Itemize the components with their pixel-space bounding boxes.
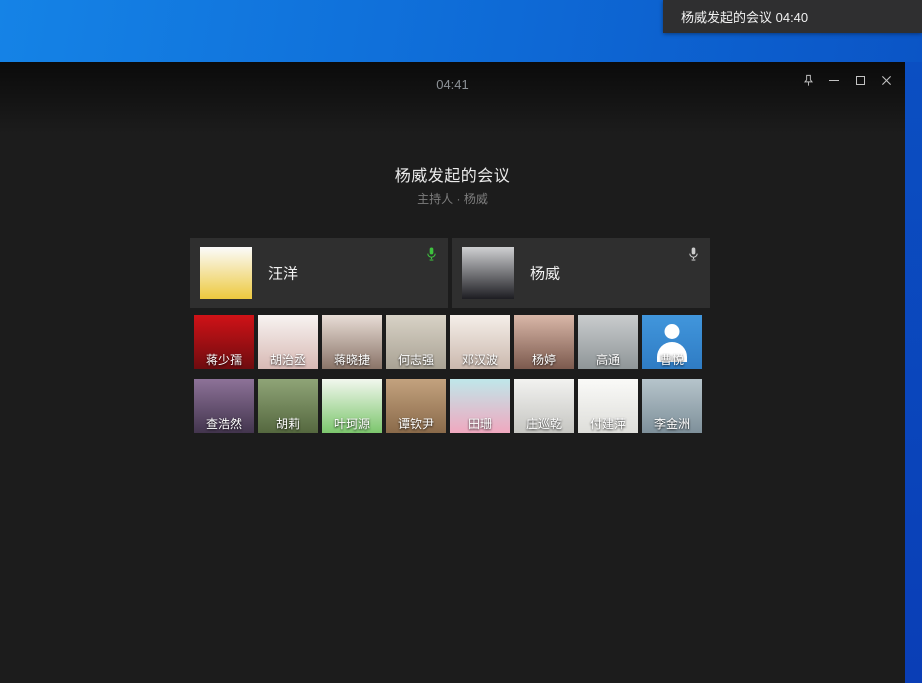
participant-name: 胡莉: [258, 415, 318, 432]
participant-stage: 汪洋 杨威 蒋少孺: [190, 238, 710, 433]
participant-tile[interactable]: 杨婷: [514, 315, 574, 369]
participant-name: 曹悦: [642, 351, 702, 368]
avatar: [462, 247, 514, 299]
participant-tile[interactable]: 邓汉波: [450, 315, 510, 369]
pin-icon[interactable]: [797, 70, 819, 90]
participant-name: 叶珂源: [322, 415, 382, 432]
meeting-host-label: 主持人 · 杨威: [0, 190, 905, 207]
featured-participant-tile[interactable]: 杨威: [452, 238, 710, 308]
participant-tile[interactable]: 胡莉: [258, 379, 318, 433]
featured-participants-row: 汪洋 杨威: [190, 238, 710, 308]
participant-name: 蒋晓捷: [322, 351, 382, 368]
participant-tile[interactable]: 曹悦: [642, 315, 702, 369]
participant-name: 胡治丞: [258, 351, 318, 368]
participant-tile[interactable]: 蒋少孺: [194, 315, 254, 369]
participant-tile[interactable]: 田珊: [450, 379, 510, 433]
participant-tile[interactable]: 蒋晓捷: [322, 315, 382, 369]
close-icon[interactable]: [875, 70, 897, 90]
participant-name: 何志强: [386, 351, 446, 368]
participant-name: 付建萍: [578, 415, 638, 432]
participant-tile[interactable]: 何志强: [386, 315, 446, 369]
participant-name: 邓汉波: [450, 351, 510, 368]
participant-name: 蒋少孺: [194, 351, 254, 368]
meeting-timer: 04:41: [0, 77, 905, 92]
participant-tile[interactable]: 付建萍: [578, 379, 638, 433]
participant-name: 查浩然: [194, 415, 254, 432]
participant-name: 汪洋: [268, 263, 298, 284]
participant-name: 高通: [578, 351, 638, 368]
meeting-banner-label: 杨威发起的会议 04:40: [681, 7, 808, 26]
participant-tile[interactable]: 李金洲: [642, 379, 702, 433]
participant-name: 杨威: [530, 263, 560, 284]
window-controls: [797, 70, 897, 90]
microphone-icon: [687, 246, 700, 262]
participant-tile[interactable]: 叶珂源: [322, 379, 382, 433]
participant-grid: 蒋少孺 胡治丞 蒋晓捷 何志强 邓汉波: [194, 315, 710, 433]
participant-name: 庄巡乾: [514, 415, 574, 432]
participant-tile[interactable]: 谭钦尹: [386, 379, 446, 433]
minimize-icon[interactable]: [823, 70, 845, 90]
meeting-window: 04:41 杨威发起的会议 主持人 · 杨威 汪洋: [0, 62, 905, 683]
microphone-icon: [425, 246, 438, 262]
maximize-icon[interactable]: [849, 70, 871, 90]
participant-tile[interactable]: 庄巡乾: [514, 379, 574, 433]
avatar: [200, 247, 252, 299]
participant-name: 李金洲: [642, 415, 702, 432]
participant-name: 谭钦尹: [386, 415, 446, 432]
participant-tile[interactable]: 胡治丞: [258, 315, 318, 369]
meeting-floating-banner[interactable]: 杨威发起的会议 04:40: [663, 0, 922, 33]
participant-tile[interactable]: 查浩然: [194, 379, 254, 433]
participant-tile[interactable]: 高通: [578, 315, 638, 369]
featured-participant-tile[interactable]: 汪洋: [190, 238, 448, 308]
desktop-wallpaper-right-strip: [905, 62, 922, 683]
participant-name: 田珊: [450, 415, 510, 432]
participant-name: 杨婷: [514, 351, 574, 368]
meeting-title: 杨威发起的会议: [0, 162, 905, 186]
